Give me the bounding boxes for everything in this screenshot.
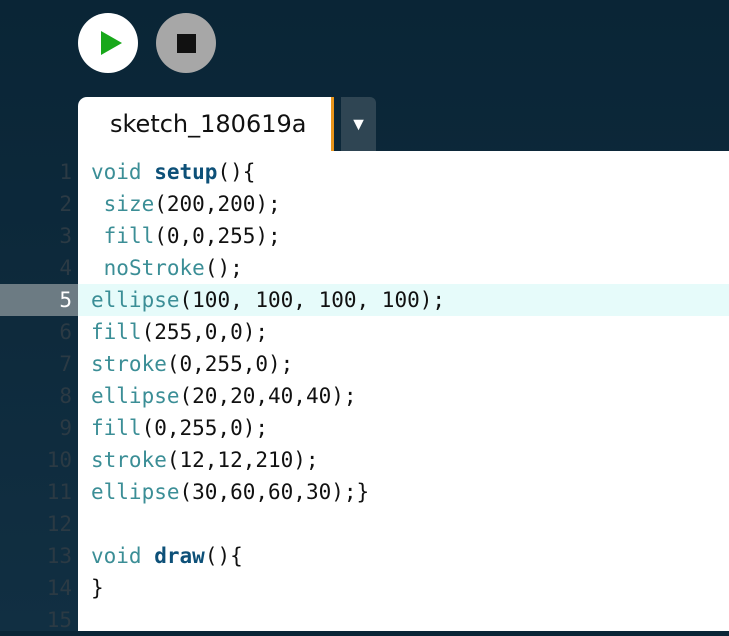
code-text: stroke(12,12,210); bbox=[91, 448, 319, 472]
code-line[interactable]: 8 ellipse(20,20,40,40); bbox=[0, 380, 729, 412]
code-text: fill(0,0,255); bbox=[103, 224, 281, 248]
line-number: 7 bbox=[59, 352, 72, 376]
code-text: ellipse(100, 100, 100, 100); bbox=[91, 288, 446, 312]
line-number: 11 bbox=[46, 480, 72, 504]
code-line[interactable]: 7 stroke(0,255,0); bbox=[0, 348, 729, 380]
code-text: stroke(0,255,0); bbox=[91, 352, 294, 376]
code-line[interactable]: 15 bbox=[0, 604, 729, 636]
line-number: 10 bbox=[46, 448, 72, 472]
code-line[interactable]: 3 fill(0,0,255); bbox=[0, 220, 729, 252]
line-number: 12 bbox=[46, 512, 72, 536]
code-line[interactable]: 14} bbox=[0, 572, 729, 604]
line-number: 1 bbox=[59, 160, 72, 184]
code-text: noStroke(); bbox=[103, 256, 243, 280]
line-number: 8 bbox=[59, 384, 72, 408]
code-line[interactable]: 4 noStroke(); bbox=[0, 252, 729, 284]
tab-menu-button[interactable]: ▼ bbox=[341, 97, 376, 151]
line-number: 4 bbox=[59, 256, 72, 280]
line-number: 5 bbox=[59, 288, 72, 312]
run-button[interactable] bbox=[78, 13, 138, 73]
tab-sketch[interactable]: sketch_180619a bbox=[78, 97, 334, 151]
line-number: 3 bbox=[59, 224, 72, 248]
tab-title: sketch_180619a bbox=[110, 110, 307, 138]
line-number: 6 bbox=[59, 320, 72, 344]
stop-icon bbox=[176, 33, 196, 53]
line-number: 15 bbox=[46, 608, 72, 632]
code-text: ellipse(30,60,60,30);} bbox=[91, 480, 370, 504]
line-number: 14 bbox=[46, 576, 72, 600]
code-line[interactable]: 13 void draw(){ bbox=[0, 540, 729, 572]
code-line[interactable]: 10 stroke(12,12,210); bbox=[0, 444, 729, 476]
code-text: fill(255,0,0); bbox=[91, 320, 269, 344]
code-text: void setup(){ bbox=[91, 160, 256, 184]
code-line[interactable]: 2 size(200,200); bbox=[0, 188, 729, 220]
code-text: void draw(){ bbox=[91, 544, 243, 568]
code-line[interactable]: 11 ellipse(30,60,60,30);} bbox=[0, 476, 729, 508]
code-line[interactable]: 12 bbox=[0, 508, 729, 540]
code-text: fill(0,255,0); bbox=[91, 416, 269, 440]
code-text: ellipse(20,20,40,40); bbox=[91, 384, 357, 408]
code-text: } bbox=[91, 576, 104, 600]
code-line[interactable]: 5 ellipse(100, 100, 100, 100); bbox=[0, 284, 729, 316]
line-number: 2 bbox=[59, 192, 72, 216]
code-line[interactable]: 6 fill(255,0,0); bbox=[0, 316, 729, 348]
chevron-down-icon: ▼ bbox=[349, 113, 368, 134]
code-line[interactable]: 1 void setup(){ bbox=[0, 156, 729, 188]
code-line[interactable]: 9 fill(0,255,0); bbox=[0, 412, 729, 444]
stop-button[interactable] bbox=[156, 13, 216, 73]
play-icon bbox=[100, 31, 122, 55]
line-number: 9 bbox=[59, 416, 72, 440]
line-number: 13 bbox=[46, 544, 72, 568]
code-text: size(200,200); bbox=[103, 192, 281, 216]
